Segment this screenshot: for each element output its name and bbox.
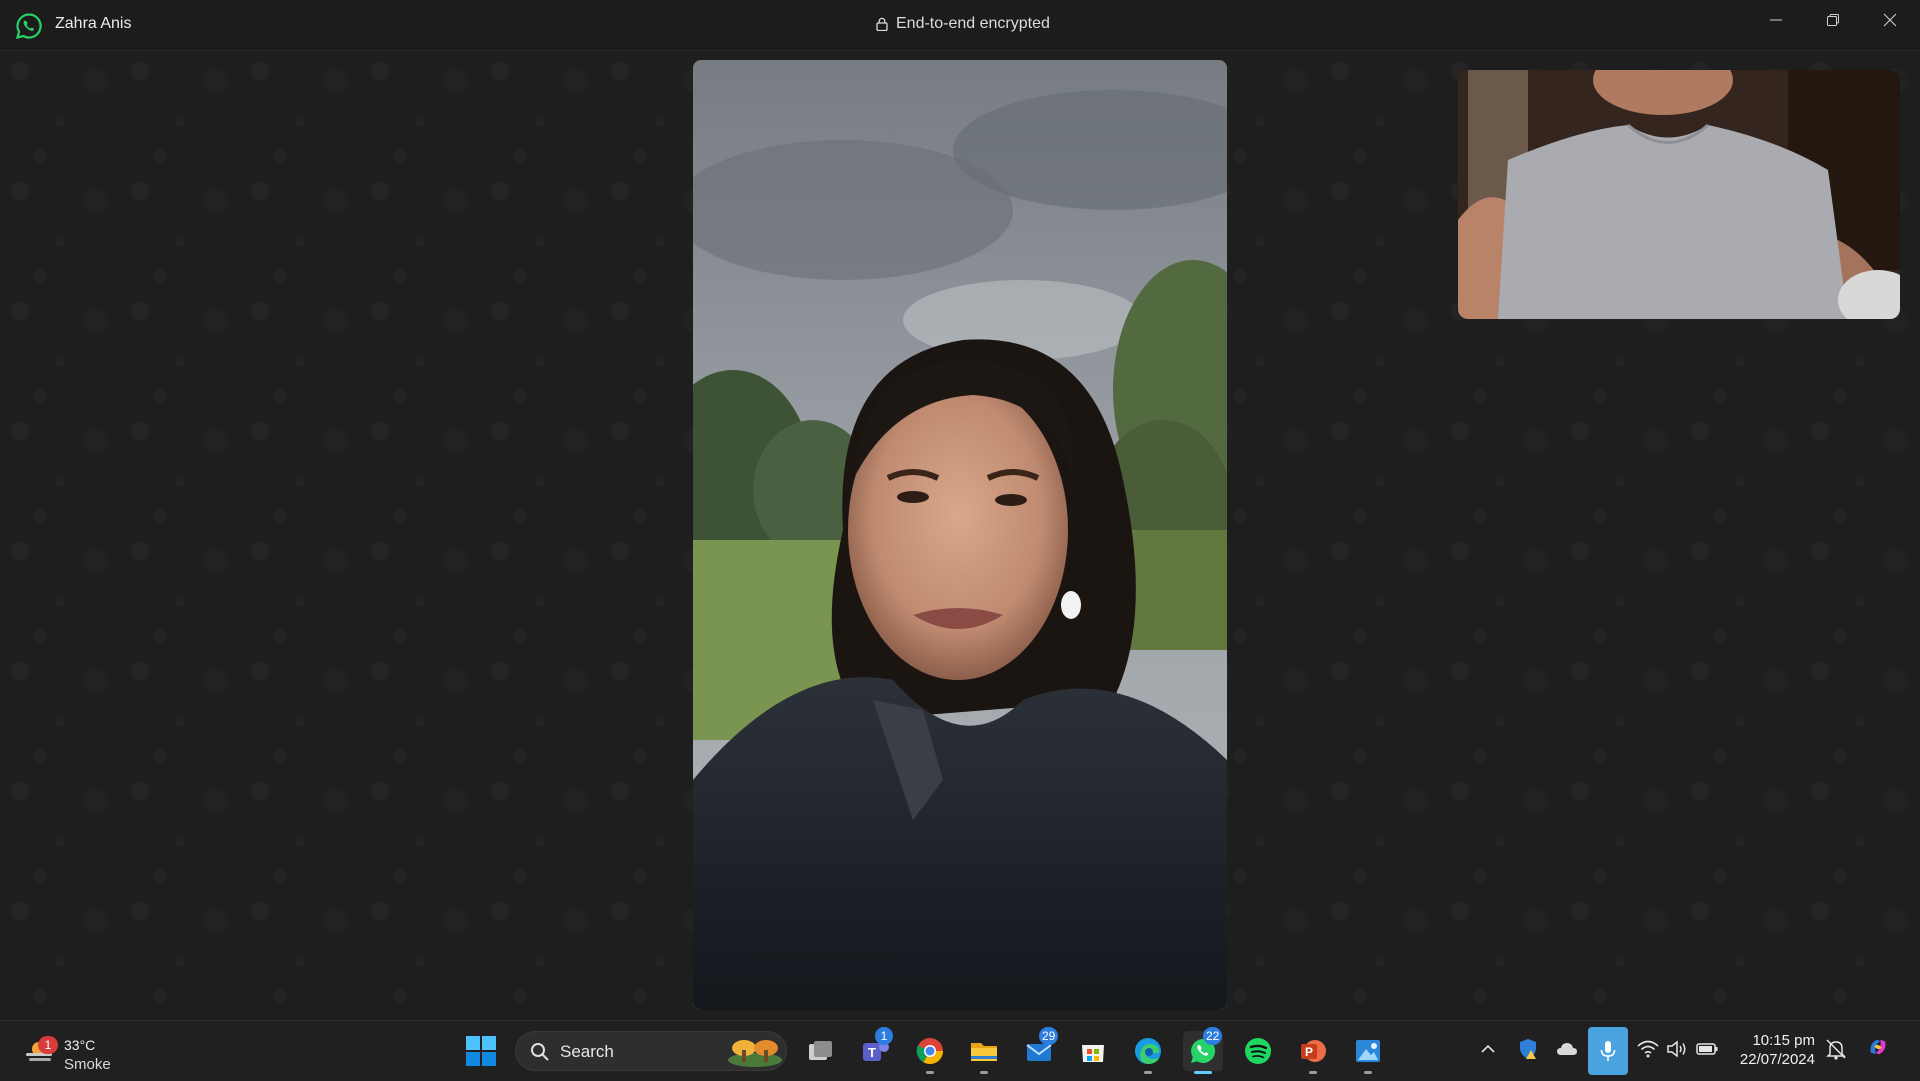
weather-condition: Smoke xyxy=(64,1056,111,1073)
weather-widget[interactable]: 1 33°C Smoke xyxy=(20,1029,140,1073)
store-icon xyxy=(1082,1045,1104,1062)
lock-icon xyxy=(876,17,888,31)
folder-icon xyxy=(971,1043,997,1061)
powerpoint-running-indicator xyxy=(1309,1071,1317,1074)
search-icon xyxy=(531,1043,549,1061)
battery-icon xyxy=(1696,1043,1718,1055)
tray-copilot[interactable] xyxy=(1866,1035,1896,1065)
self-camera-feed xyxy=(1458,70,1900,319)
whatsapp-badge: 22 xyxy=(1203,1027,1223,1045)
weather-temperature: 33°C xyxy=(64,1037,96,1053)
remote-video-feed[interactable] xyxy=(693,60,1227,1010)
whatsapp-active-indicator xyxy=(1194,1071,1212,1074)
start-button[interactable] xyxy=(463,1033,499,1069)
taskbar-app-teams[interactable]: T 1 xyxy=(855,1027,895,1071)
clock-time: 10:15 pm xyxy=(1752,1032,1815,1049)
chevron-up-icon xyxy=(1481,1044,1495,1053)
whatsapp-logo-icon xyxy=(15,12,43,40)
close-icon xyxy=(1883,13,1897,27)
taskbar-app-whatsapp[interactable]: 22 xyxy=(1183,1027,1223,1074)
minimize-button[interactable] xyxy=(1748,0,1804,40)
system-clock[interactable]: 10:15 pm 22/07/2024 xyxy=(1725,1031,1815,1069)
taskbar-app-powerpoint[interactable]: P xyxy=(1293,1031,1333,1074)
clock-date: 22/07/2024 xyxy=(1739,1051,1815,1068)
taskbar: 1 33°C Smoke Search T 1 29 22 P 10:15 pm… xyxy=(0,1020,1920,1081)
tray-volume[interactable] xyxy=(1665,1037,1689,1061)
tray-security[interactable] xyxy=(1516,1037,1540,1061)
edge-icon xyxy=(1135,1038,1161,1064)
taskbar-app-edge[interactable] xyxy=(1128,1031,1168,1074)
taskbar-app-mail[interactable]: 29 xyxy=(1019,1027,1059,1071)
show-hidden-icons-button[interactable] xyxy=(1476,1037,1500,1061)
tray-wifi[interactable] xyxy=(1636,1037,1660,1061)
cloud-icon xyxy=(1557,1043,1577,1055)
photos-running-indicator xyxy=(1364,1071,1372,1074)
chrome-running-indicator xyxy=(926,1071,934,1074)
remote-participant-video xyxy=(693,60,1227,1010)
windows-logo-icon xyxy=(466,1036,496,1066)
encryption-label: End-to-end encrypted xyxy=(896,15,1050,32)
taskbar-app-spotify[interactable] xyxy=(1238,1031,1278,1071)
taskbar-app-chrome[interactable] xyxy=(910,1031,950,1074)
copilot-icon xyxy=(1870,1039,1886,1055)
minimize-icon xyxy=(1770,19,1782,21)
microphone-in-use-button[interactable] xyxy=(1588,1027,1628,1075)
search-highlight-icon xyxy=(728,1040,782,1067)
chrome-icon xyxy=(916,1038,944,1065)
shield-warning-icon xyxy=(1520,1039,1536,1059)
self-view-video[interactable] xyxy=(1458,70,1900,319)
encryption-status: End-to-end encrypted xyxy=(876,15,1050,33)
speaker-icon xyxy=(1667,1040,1686,1058)
wifi-icon xyxy=(1637,1040,1659,1058)
task-view-icon xyxy=(809,1041,832,1060)
taskbar-app-file-explorer[interactable] xyxy=(964,1031,1004,1074)
edge-running-indicator xyxy=(1144,1071,1152,1074)
svg-text:T: T xyxy=(868,1045,876,1060)
call-area xyxy=(0,51,1920,1020)
spotify-icon xyxy=(1245,1038,1271,1064)
taskbar-app-photos[interactable] xyxy=(1348,1031,1388,1074)
weather-alert-badge: 1 xyxy=(38,1036,58,1054)
restore-icon xyxy=(1827,14,1839,26)
teams-badge: 1 xyxy=(875,1027,893,1045)
taskbar-app-task-view[interactable] xyxy=(800,1031,840,1071)
tray-notifications[interactable] xyxy=(1824,1037,1848,1061)
close-button[interactable] xyxy=(1862,0,1918,40)
notification-bell-icon xyxy=(1826,1039,1846,1060)
taskbar-search[interactable]: Search xyxy=(515,1031,787,1071)
contact-name: Zahra Anis xyxy=(55,15,132,32)
photos-icon xyxy=(1356,1040,1380,1062)
microphone-icon xyxy=(1600,1041,1616,1061)
restore-button[interactable] xyxy=(1805,0,1861,40)
powerpoint-icon: P xyxy=(1301,1040,1326,1062)
mail-badge: 29 xyxy=(1039,1027,1059,1045)
tray-battery[interactable] xyxy=(1695,1037,1719,1061)
taskbar-app-microsoft-store[interactable] xyxy=(1073,1031,1113,1071)
tray-onedrive[interactable] xyxy=(1555,1037,1579,1061)
svg-text:P: P xyxy=(1305,1045,1313,1059)
search-label: Search xyxy=(560,1042,614,1061)
explorer-running-indicator xyxy=(980,1071,988,1074)
title-bar: Zahra Anis End-to-end encrypted xyxy=(0,0,1920,51)
